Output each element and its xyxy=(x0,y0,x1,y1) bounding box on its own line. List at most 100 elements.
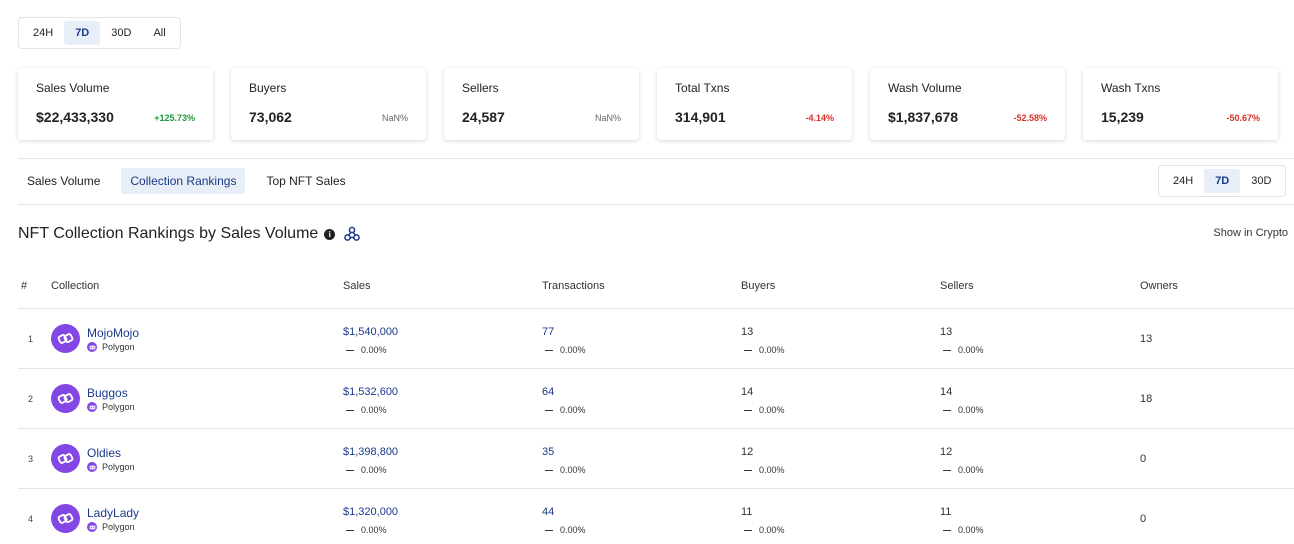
transactions-change: 0.00% xyxy=(542,345,586,355)
sellers-value: 14 xyxy=(940,386,953,398)
collection-name-link[interactable]: Buggos xyxy=(87,386,128,400)
period-30d-button[interactable]: 30D xyxy=(100,21,142,45)
collection-name-link[interactable]: LadyLady xyxy=(87,506,139,520)
buyers-change: 0.00% xyxy=(741,405,785,415)
stat-value: $1,837,678 xyxy=(888,109,959,125)
period-24h-button[interactable]: 24H xyxy=(22,21,64,45)
owners-value: 13 xyxy=(1140,333,1153,345)
table-row[interactable]: 4 LadyLady Polygon $1,320,000 0.00% 44 0… xyxy=(18,488,1294,544)
chain-label: Polygon xyxy=(87,522,135,532)
stat-value: 73,062 xyxy=(249,109,292,125)
polygon-avatar-icon[interactable] xyxy=(51,444,80,473)
collection-name-link[interactable]: MojoMojo xyxy=(87,326,139,340)
buyers-value: 14 xyxy=(741,386,754,398)
share-link-icon[interactable] xyxy=(344,226,361,242)
sellers-value: 12 xyxy=(940,446,953,458)
stat-value: 314,901 xyxy=(675,109,726,125)
chain-name: Polygon xyxy=(102,522,135,532)
period-all-button[interactable]: All xyxy=(142,21,176,45)
table-row[interactable]: 3 Oldies Polygon $1,398,800 0.00% 35 0.0… xyxy=(18,428,1294,488)
tab-sales-volume[interactable]: Sales Volume xyxy=(18,168,109,194)
owners-value: 0 xyxy=(1140,513,1147,525)
chain-label: Polygon xyxy=(87,402,135,412)
sales-change: 0.00% xyxy=(343,345,387,355)
sales-value-link[interactable]: $1,532,600 xyxy=(343,386,398,398)
chain-label: Polygon xyxy=(87,342,135,352)
buyers-value: 12 xyxy=(741,446,754,458)
row-rank: 2 xyxy=(28,394,34,404)
buyers-change: 0.00% xyxy=(741,525,785,535)
tab-top-nft-sales[interactable]: Top NFT Sales xyxy=(257,168,354,194)
period-24h-button[interactable]: 24H xyxy=(1162,169,1204,193)
row-rank: 1 xyxy=(28,334,34,344)
chain-name: Polygon xyxy=(102,342,135,352)
sellers-change: 0.00% xyxy=(940,465,984,475)
polygon-avatar-icon[interactable] xyxy=(51,324,80,353)
stat-label: Wash Volume xyxy=(888,81,962,95)
divider xyxy=(18,204,1294,205)
column-header-transactions[interactable]: Transactions xyxy=(542,280,605,292)
column-header-collection[interactable]: Collection xyxy=(51,280,99,292)
divider xyxy=(18,158,1294,159)
transactions-value-link[interactable]: 44 xyxy=(542,506,554,518)
sellers-change: 0.00% xyxy=(940,525,984,535)
polygon-avatar-icon[interactable] xyxy=(51,384,80,413)
stat-label: Buyers xyxy=(249,81,287,95)
buyers-value: 11 xyxy=(741,506,753,518)
buyers-change: 0.00% xyxy=(741,345,785,355)
table-row[interactable]: 2 Buggos Polygon $1,532,600 0.00% 64 0.0… xyxy=(18,368,1294,428)
stat-change: NaN% xyxy=(381,113,408,123)
stat-card-wash-volume: Wash Volume $1,837,678 -52.58% xyxy=(870,68,1065,140)
transactions-change: 0.00% xyxy=(542,405,586,415)
sellers-value: 11 xyxy=(940,506,952,518)
transactions-value-link[interactable]: 64 xyxy=(542,386,554,398)
table-row[interactable]: 1 MojoMojo Polygon $1,540,000 0.00% 77 0… xyxy=(18,308,1294,368)
stat-change: NaN% xyxy=(594,113,621,123)
row-rank: 4 xyxy=(28,514,34,524)
period-7d-button[interactable]: 7D xyxy=(1204,169,1241,193)
owners-value: 0 xyxy=(1140,453,1147,465)
owners-value: 18 xyxy=(1140,393,1153,405)
polygon-icon xyxy=(87,342,97,352)
transactions-change: 0.00% xyxy=(542,465,586,475)
stat-value: $22,433,330 xyxy=(36,109,114,125)
stat-card-sales-volume: Sales Volume $22,433,330 +125.73% xyxy=(18,68,213,140)
sales-value-link[interactable]: $1,398,800 xyxy=(343,446,398,458)
sellers-change: 0.00% xyxy=(940,405,984,415)
page-title: NFT Collection Rankings by Sales Volume xyxy=(18,225,319,242)
sellers-change: 0.00% xyxy=(940,345,984,355)
stat-label: Wash Txns xyxy=(1101,81,1161,95)
stat-label: Sales Volume xyxy=(36,81,110,95)
polygon-icon xyxy=(87,462,97,472)
polygon-icon xyxy=(87,402,97,412)
stat-card-buyers: Buyers 73,062 NaN% xyxy=(231,68,426,140)
show-in-crypto-toggle[interactable]: Show in Crypto xyxy=(1213,227,1288,239)
collection-name-link[interactable]: Oldies xyxy=(87,446,121,460)
period-7d-button[interactable]: 7D xyxy=(64,21,101,45)
sales-change: 0.00% xyxy=(343,525,387,535)
chain-name: Polygon xyxy=(102,462,135,472)
column-header-owners[interactable]: Owners xyxy=(1140,280,1178,292)
buyers-change: 0.00% xyxy=(741,465,785,475)
sales-value-link[interactable]: $1,540,000 xyxy=(343,326,398,338)
stat-value: 15,239 xyxy=(1101,109,1144,125)
column-header-sellers[interactable]: Sellers xyxy=(940,280,974,292)
stat-card-sellers: Sellers 24,587 NaN% xyxy=(444,68,639,140)
transactions-value-link[interactable]: 35 xyxy=(542,446,554,458)
chain-name: Polygon xyxy=(102,402,135,412)
transactions-change: 0.00% xyxy=(542,525,586,535)
sales-value-link[interactable]: $1,320,000 xyxy=(343,506,398,518)
chain-label: Polygon xyxy=(87,462,135,472)
column-header-sales[interactable]: Sales xyxy=(343,280,371,292)
tab-collection-rankings[interactable]: Collection Rankings xyxy=(121,168,246,194)
sales-change: 0.00% xyxy=(343,405,387,415)
stat-value: 24,587 xyxy=(462,109,505,125)
transactions-value-link[interactable]: 77 xyxy=(542,326,554,338)
sales-change: 0.00% xyxy=(343,465,387,475)
info-icon[interactable]: i xyxy=(324,228,336,240)
column-header-buyers[interactable]: Buyers xyxy=(741,280,775,292)
stat-change: -4.14% xyxy=(805,113,834,123)
polygon-avatar-icon[interactable] xyxy=(51,504,80,533)
stat-change: +125.73% xyxy=(154,113,195,123)
period-30d-button[interactable]: 30D xyxy=(1240,169,1282,193)
